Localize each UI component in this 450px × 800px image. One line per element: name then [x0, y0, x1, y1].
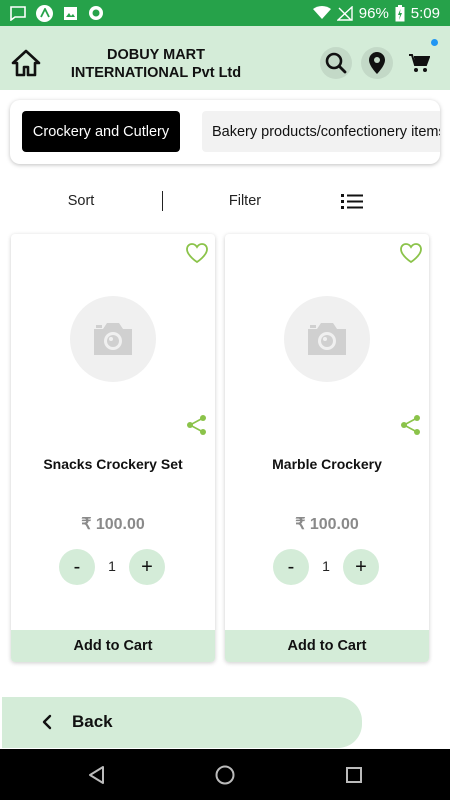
store-title: DOBUY MART INTERNATIONAL Pvt Ltd — [56, 46, 256, 82]
share-button[interactable] — [400, 414, 422, 436]
filter-button[interactable]: Filter — [204, 193, 286, 209]
category-strip[interactable]: Crockery and Cutlery Bakery products/con… — [10, 100, 440, 164]
camera-icon — [308, 323, 346, 355]
share-icon — [187, 415, 206, 435]
heart-icon — [400, 243, 422, 264]
location-button[interactable] — [361, 47, 393, 79]
product-card[interactable]: Marble Crockery ₹ 100.00 - 1 + Add to Ca… — [225, 234, 429, 662]
product-image-placeholder[interactable] — [70, 296, 156, 382]
wishlist-button[interactable] — [399, 242, 423, 264]
product-name: Marble Crockery — [272, 456, 382, 472]
record-icon — [88, 5, 104, 21]
search-icon — [325, 52, 347, 74]
camera-icon — [94, 323, 132, 355]
qty-value: 1 — [108, 558, 116, 574]
product-card[interactable]: Snacks Crockery Set ₹ 100.00 - 1 + Add t… — [11, 234, 215, 662]
store-title-line2: INTERNATIONAL Pvt Ltd — [70, 65, 242, 81]
home-button[interactable] — [9, 46, 43, 80]
battery-charging-icon — [395, 4, 405, 22]
home-icon — [11, 49, 41, 77]
list-view-icon — [341, 194, 363, 209]
back-label: Back — [72, 712, 113, 731]
product-image-placeholder[interactable] — [284, 296, 370, 382]
product-price: ₹ 100.00 — [295, 516, 359, 533]
battery-percent: 96% — [358, 4, 389, 22]
nav-recent-apps-icon[interactable] — [343, 764, 365, 786]
store-title-line1: DOBUY MART — [106, 47, 205, 63]
location-pin-icon — [369, 52, 385, 74]
cart-icon — [409, 54, 430, 72]
sort-filter-bar: Sort Filter — [0, 186, 450, 218]
cart-button[interactable] — [404, 48, 434, 78]
system-nav-bar — [0, 749, 450, 800]
nav-home-icon[interactable] — [214, 764, 236, 786]
qty-decrease-button[interactable]: - — [273, 549, 309, 585]
sort-button[interactable]: Sort — [40, 193, 122, 209]
qty-value: 1 — [322, 558, 330, 574]
nav-back-icon[interactable] — [86, 764, 108, 786]
category-chip[interactable]: Bakery products/confectionery items — [202, 111, 440, 152]
search-button[interactable] — [320, 47, 352, 79]
qty-increase-button[interactable]: + — [129, 549, 165, 585]
status-bar: 96% 5:09 — [0, 0, 450, 26]
cart-notification-dot — [431, 39, 438, 46]
share-icon — [401, 415, 420, 435]
app-a-icon — [36, 4, 53, 22]
screen: 96% 5:09 DOBUY MART INTERNATIONAL Pvt Lt… — [0, 0, 450, 800]
chevron-left-icon — [42, 714, 52, 730]
heart-icon — [186, 243, 208, 264]
list-view-button[interactable] — [340, 191, 364, 211]
back-button[interactable]: Back — [2, 697, 362, 748]
add-to-cart-button[interactable]: Add to Cart — [225, 630, 429, 662]
no-signal-icon — [336, 5, 353, 21]
app-header: DOBUY MART INTERNATIONAL Pvt Ltd — [0, 26, 450, 90]
qty-increase-button[interactable]: + — [343, 549, 379, 585]
category-chip-active[interactable]: Crockery and Cutlery — [22, 111, 180, 152]
wishlist-button[interactable] — [185, 242, 209, 264]
product-price: ₹ 100.00 — [81, 516, 145, 533]
add-to-cart-button[interactable]: Add to Cart — [11, 630, 215, 662]
qty-decrease-button[interactable]: - — [59, 549, 95, 585]
wifi-icon — [312, 6, 331, 20]
share-button[interactable] — [186, 414, 208, 436]
image-icon — [63, 6, 78, 21]
message-icon — [10, 5, 26, 21]
product-name: Snacks Crockery Set — [43, 456, 183, 472]
divider — [162, 191, 163, 211]
clock: 5:09 — [410, 4, 440, 22]
